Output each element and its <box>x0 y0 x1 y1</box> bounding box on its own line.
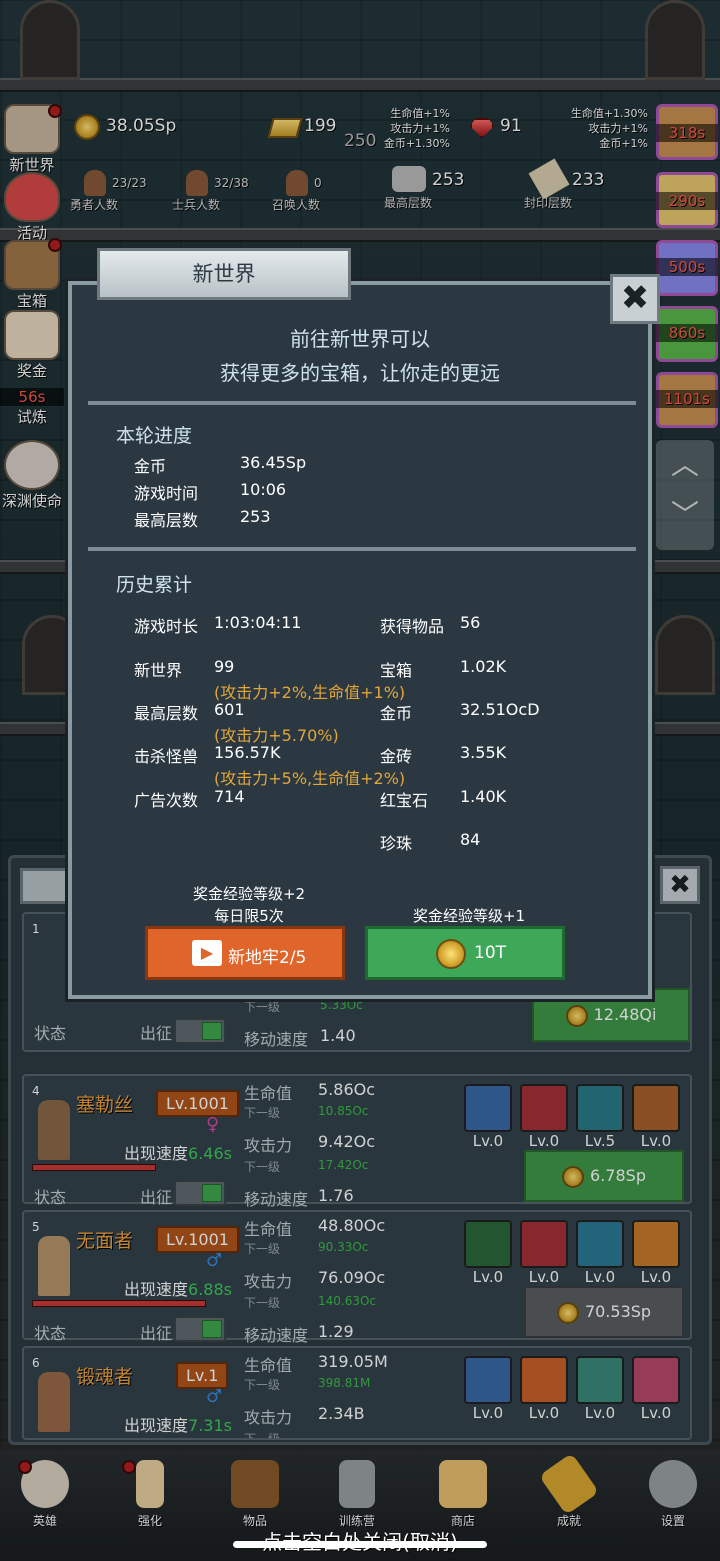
round-time-label: 游戏时间 <box>134 484 199 503</box>
gold-reward-note: 奖金经验等级+1 <box>412 907 526 925</box>
dialog-intro-line2: 获得更多的宝箱，让你走的更远 <box>220 361 500 385</box>
history-kills-label: 击杀怪兽 <box>134 747 199 766</box>
home-indicator[interactable] <box>233 1541 487 1548</box>
round-floor-label: 最高层数 <box>134 511 199 530</box>
history-heading: 历史累计 <box>116 574 193 596</box>
history-floor-value: 601 <box>214 700 245 719</box>
new-world-dialog: 前往新世界可以 获得更多的宝箱，让你走的更远 本轮进度 金币 36.45Sp 游… <box>68 281 652 999</box>
divider <box>88 547 636 551</box>
history-ads-value: 714 <box>214 787 245 806</box>
video-play-icon: ▶ <box>192 940 222 966</box>
history-playtime-value: 1:03:04:11 <box>214 613 302 632</box>
dialog-intro-line1: 前往新世界可以 <box>290 327 430 351</box>
gold-new-world-button[interactable]: 10T <box>365 926 565 980</box>
gold-button-label: 10T <box>474 943 507 963</box>
history-pearl-value: 84 <box>460 830 481 849</box>
round-gold-label: 金币 <box>134 457 167 476</box>
divider <box>88 401 636 405</box>
history-goldbar-label: 金砖 <box>380 747 413 766</box>
history-goldbar-value: 3.55K <box>460 743 507 762</box>
history-items-label: 获得物品 <box>380 617 445 636</box>
round-time-value: 10:06 <box>240 480 287 499</box>
history-newworld-value: 99 <box>214 657 235 676</box>
history-chest-label: 宝箱 <box>380 661 413 680</box>
history-gold-value: 32.51OcD <box>460 700 540 719</box>
history-ruby-label: 红宝石 <box>380 791 429 810</box>
history-items-value: 56 <box>460 613 481 632</box>
history-floor-label: 最高层数 <box>134 704 199 723</box>
gold-coin-icon <box>436 939 466 969</box>
history-ads-label: 广告次数 <box>134 791 199 810</box>
history-kills-value: 156.57K <box>214 743 281 762</box>
round-floor-value: 253 <box>240 507 271 526</box>
ad-limit-note: 每日限5次 <box>214 907 284 925</box>
ad-new-dungeon-button[interactable]: ▶ 新地牢2/5 <box>145 926 345 980</box>
history-chest-value: 1.02K <box>460 657 507 676</box>
history-playtime-label: 游戏时长 <box>134 617 199 636</box>
round-progress-heading: 本轮进度 <box>116 425 193 447</box>
ad-reward-note: 奖金经验等级+2 <box>192 885 306 903</box>
ad-button-label: 新地牢2/5 <box>228 948 307 968</box>
round-gold-value: 36.45Sp <box>240 453 307 472</box>
history-newworld-label: 新世界 <box>134 661 183 680</box>
history-kills-bonus: (攻击力+5%,生命值+2%) <box>214 769 406 788</box>
history-gold-label: 金币 <box>380 704 413 723</box>
dialog-title: 新世界 <box>97 248 351 300</box>
history-ruby-value: 1.40K <box>460 787 507 806</box>
dialog-close-button[interactable]: ✖ <box>610 274 660 324</box>
history-pearl-label: 珍珠 <box>380 834 413 853</box>
